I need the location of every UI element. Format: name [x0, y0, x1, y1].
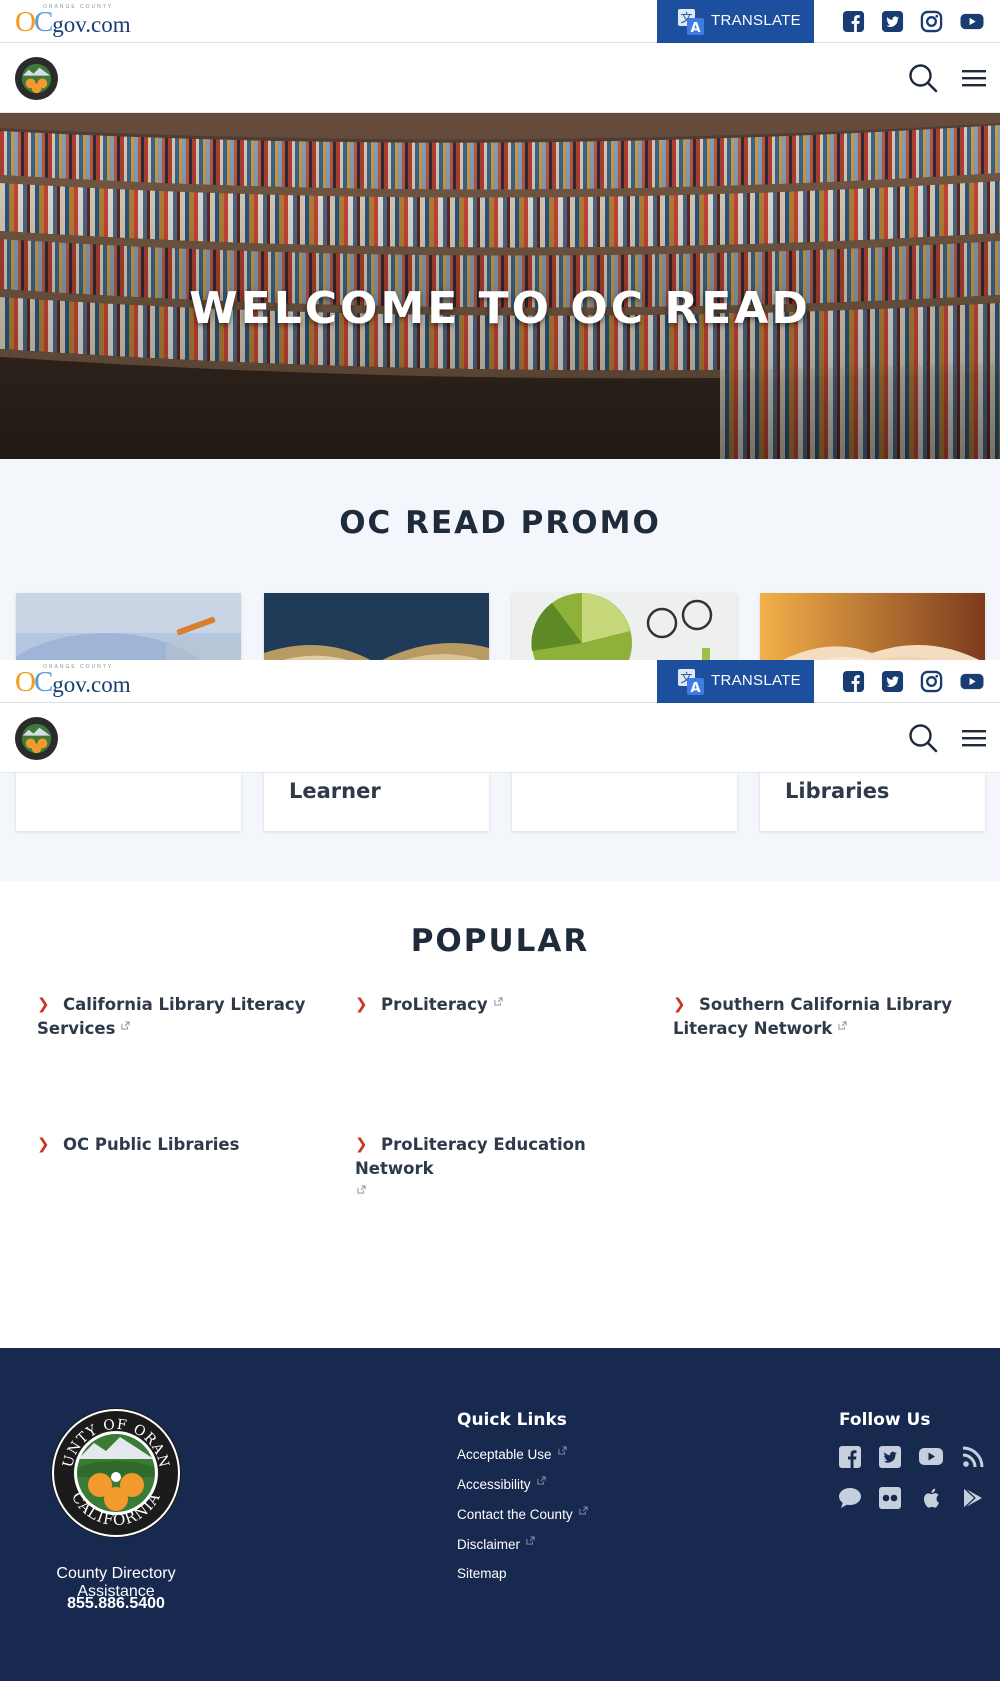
youtube-icon[interactable]: [959, 670, 985, 693]
directory-phone[interactable]: 855.886.5400: [16, 1595, 216, 1613]
external-link-icon: [357, 1185, 366, 1194]
follow-us-title: Follow Us: [839, 1410, 931, 1430]
popular-link-proliteracy[interactable]: ❯ ProLiteracy: [355, 993, 635, 1017]
promo-card-label: Libraries: [785, 779, 890, 803]
hero-banner: WELCOME TO OC READ: [0, 113, 1000, 459]
facebook-icon[interactable]: [838, 1445, 862, 1469]
county-seal-icon[interactable]: [14, 56, 59, 101]
popular-link-southern-california-library-literacy-network[interactable]: ❯ Southern California Library Literacy Ne…: [673, 993, 963, 1041]
youtube-icon[interactable]: [919, 1445, 943, 1469]
google-play-icon[interactable]: [961, 1486, 985, 1510]
flickr-icon[interactable]: [878, 1486, 902, 1510]
youtube-icon[interactable]: [959, 10, 985, 33]
county-of-orange-seal-icon[interactable]: COUNTY OF ORANGE CALIFORNIA: [50, 1407, 182, 1539]
rss-icon[interactable]: [961, 1445, 985, 1469]
footer-link-disclaimer[interactable]: Disclaimer: [457, 1536, 535, 1552]
external-link-icon: [558, 1446, 567, 1455]
translate-button[interactable]: 文 A TRANSLATE: [657, 0, 814, 43]
logo-tagline: ORANGE COUNTY: [43, 664, 114, 670]
sticky-main-nav: [0, 703, 1000, 773]
county-seal-icon[interactable]: [14, 716, 59, 761]
search-icon[interactable]: [908, 63, 938, 93]
twitter-icon[interactable]: [878, 1445, 902, 1469]
chevron-right-icon: ❯: [673, 995, 686, 1013]
chevron-right-icon: ❯: [355, 995, 368, 1013]
translate-button[interactable]: 文 A TRANSLATE: [657, 660, 814, 703]
twitter-icon[interactable]: [881, 10, 904, 33]
external-link-icon: [838, 1021, 847, 1030]
facebook-icon[interactable]: [842, 670, 865, 693]
footer-link-acceptable-use[interactable]: Acceptable Use: [457, 1446, 567, 1462]
external-link-icon: [579, 1506, 588, 1515]
chevron-right-icon: ❯: [37, 1135, 50, 1153]
hamburger-menu-icon[interactable]: [962, 727, 986, 749]
external-link-icon: [526, 1536, 535, 1545]
translate-icon: 文 A: [678, 9, 704, 36]
chevron-right-icon: ❯: [37, 995, 50, 1013]
ocgov-logo[interactable]: ORANGE COUNTY OC gov.com: [15, 664, 131, 697]
site-footer: COUNTY OF ORANGE CALIFORNIA County Direc…: [0, 1348, 1000, 1681]
hamburger-menu-icon[interactable]: [962, 67, 986, 89]
twitter-icon[interactable]: [881, 670, 904, 693]
footer-link-sitemap[interactable]: Sitemap: [457, 1566, 507, 1581]
chat-icon[interactable]: [838, 1486, 862, 1510]
promo-title: OC READ PROMO: [339, 505, 661, 541]
promo-card-label: Learner: [289, 779, 381, 803]
svg-text:A: A: [690, 681, 700, 696]
footer-link-contact-the-county[interactable]: Contact the County: [457, 1506, 588, 1522]
external-link-icon: [121, 1021, 130, 1030]
apple-icon[interactable]: [920, 1486, 944, 1510]
external-link-icon: [494, 997, 503, 1006]
quick-links-title: Quick Links: [457, 1410, 567, 1430]
popular-link-california-library-literacy-services[interactable]: ❯ California Library Literacy Services: [37, 993, 317, 1041]
logo-tagline: ORANGE COUNTY: [43, 4, 114, 10]
hero-title: WELCOME TO OC READ: [189, 283, 811, 334]
footer-link-accessibility[interactable]: Accessibility: [457, 1476, 546, 1492]
svg-text:A: A: [690, 21, 700, 36]
chevron-right-icon: ❯: [355, 1135, 368, 1153]
instagram-icon[interactable]: [920, 10, 943, 33]
ocgov-logo[interactable]: ORANGE COUNTY OC gov.com: [15, 4, 131, 37]
search-icon[interactable]: [908, 723, 938, 753]
utility-bar: ORANGE COUNTY OC gov.com 文 A TRANSLATE: [0, 0, 1000, 43]
popular-link-oc-public-libraries[interactable]: ❯ OC Public Libraries: [37, 1133, 317, 1157]
instagram-icon[interactable]: [920, 670, 943, 693]
facebook-icon[interactable]: [842, 10, 865, 33]
translate-icon: 文 A: [678, 669, 704, 696]
external-link-icon: [536, 1476, 546, 1485]
popular-title: POPULAR: [410, 923, 590, 959]
main-nav: [0, 43, 1000, 113]
popular-link-proliteracy-education-network[interactable]: ❯ ProLiteracy Education Network: [355, 1133, 655, 1205]
sticky-utility-bar: ORANGE COUNTY OC gov.com 文 A TRANSLATE: [0, 660, 1000, 703]
popular-section: POPULAR ❯ California Library Literacy Ser…: [0, 881, 1000, 1348]
